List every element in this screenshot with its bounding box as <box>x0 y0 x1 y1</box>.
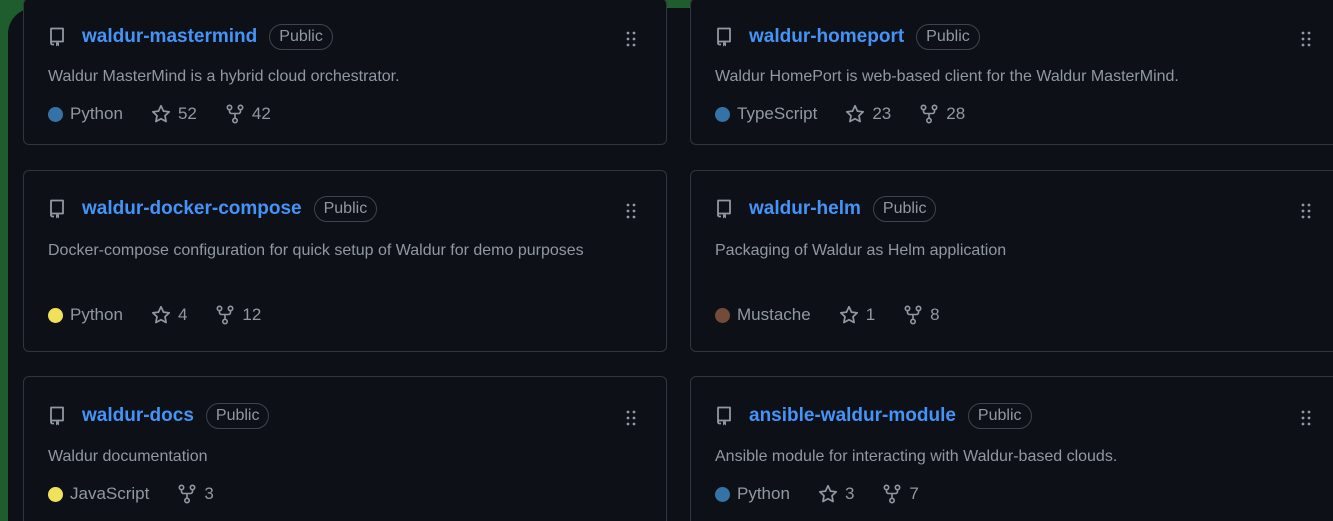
visibility-badge: Public <box>916 24 980 50</box>
fork-icon <box>226 104 244 124</box>
star-icon <box>839 305 858 324</box>
repo-name-link[interactable]: waldur-mastermind <box>82 26 257 48</box>
language-color-dot <box>715 106 730 122</box>
repo-card-header: waldur-mastermind Public <box>48 23 333 51</box>
repo-meta: Python 52 42 <box>48 102 299 126</box>
repo-card-header: waldur-homeport Public <box>715 23 980 51</box>
forks-link[interactable]: 8 <box>903 305 940 325</box>
forks-link[interactable]: 7 <box>882 484 919 504</box>
stars-count: 52 <box>177 104 197 123</box>
forks-count: 7 <box>909 484 919 503</box>
repo-description: Waldur MasterMind is a hybrid cloud orch… <box>48 68 400 85</box>
stars-link[interactable]: 3 <box>818 484 854 504</box>
forks-link[interactable]: 3 <box>177 484 214 504</box>
language-color-dot <box>715 307 730 323</box>
star-icon <box>846 104 865 123</box>
stars-link[interactable]: 23 <box>845 104 891 124</box>
drag-handle-icon[interactable] <box>1301 203 1311 219</box>
forks-link[interactable]: 28 <box>919 104 965 124</box>
repo-card-waldur-docs: waldur-docs Public Waldur documentation … <box>23 376 667 521</box>
repo-card-waldur-helm: waldur-helm Public Packaging of Waldur a… <box>690 170 1333 352</box>
repo-card-waldur-mastermind: waldur-mastermind Public Waldur MasterMi… <box>23 0 667 145</box>
repo-card-header: waldur-docs Public <box>48 402 270 430</box>
fork-icon <box>178 484 196 504</box>
repo-language: Mustache <box>737 305 811 324</box>
drag-handle-icon[interactable] <box>626 203 636 219</box>
forks-count: 8 <box>930 305 940 324</box>
repo-icon <box>48 27 66 47</box>
repo-description: Ansible module for interacting with Wald… <box>715 448 1118 465</box>
language-color-dot <box>48 486 63 502</box>
repo-card-waldur-docker-compose: waldur-docker-compose Public Docker-comp… <box>23 170 667 352</box>
repo-icon <box>48 406 66 426</box>
repo-name-link[interactable]: waldur-homeport <box>749 26 904 48</box>
forks-link[interactable]: 12 <box>215 305 261 325</box>
fork-icon <box>216 305 234 325</box>
drag-handle-icon[interactable] <box>626 31 636 47</box>
repo-name-link[interactable]: waldur-helm <box>749 198 861 220</box>
repo-language: TypeScript <box>737 104 818 123</box>
pinned-repositories-panel: waldur-mastermind Public Waldur MasterMi… <box>8 0 1333 521</box>
star-icon <box>818 484 837 503</box>
forks-count: 12 <box>242 305 262 324</box>
repo-language: Python <box>737 484 790 503</box>
repo-meta: Mustache 1 8 <box>715 303 968 327</box>
repo-language: JavaScript <box>70 484 150 503</box>
language-color-dot <box>48 307 63 323</box>
drag-handle-icon[interactable] <box>1301 31 1311 47</box>
repo-name-link[interactable]: waldur-docker-compose <box>82 198 302 220</box>
repo-icon <box>48 199 66 219</box>
fork-icon <box>920 104 938 124</box>
stars-count: 3 <box>844 484 855 503</box>
fork-icon <box>904 305 922 325</box>
language-color-dot <box>48 106 63 122</box>
forks-count: 28 <box>946 104 966 123</box>
repo-icon <box>715 27 733 47</box>
visibility-badge: Public <box>872 196 937 222</box>
repo-description: Docker-compose configuration for quick s… <box>48 242 584 259</box>
stars-link[interactable]: 1 <box>839 305 875 325</box>
star-icon <box>151 104 170 123</box>
star-icon <box>151 305 170 324</box>
repo-card-header: waldur-docker-compose Public <box>48 195 378 223</box>
repo-meta: JavaScript 3 <box>48 482 242 506</box>
fork-icon <box>883 484 901 504</box>
visibility-badge: Public <box>967 403 1032 429</box>
stars-link[interactable]: 52 <box>151 104 197 124</box>
repo-name-link[interactable]: waldur-docs <box>82 405 194 427</box>
repo-name-link[interactable]: ansible-waldur-module <box>749 405 956 427</box>
repo-card-ansible-waldur-module: ansible-waldur-module Public Ansible mod… <box>690 376 1333 521</box>
repo-language: Python <box>70 305 123 324</box>
repo-description: Waldur documentation <box>48 448 208 465</box>
language-color-dot <box>715 486 730 502</box>
repo-meta: Python 3 7 <box>715 482 947 506</box>
drag-handle-icon[interactable] <box>1301 410 1311 426</box>
visibility-badge: Public <box>313 196 378 222</box>
drag-handle-icon[interactable] <box>626 410 636 426</box>
visibility-badge: Public <box>269 24 333 50</box>
repo-language: Python <box>70 104 123 123</box>
repo-card-header: waldur-helm Public <box>715 195 937 223</box>
stars-count: 4 <box>177 305 188 324</box>
visibility-badge: Public <box>205 403 270 429</box>
stars-link[interactable]: 4 <box>151 305 187 325</box>
repo-card-waldur-homeport: waldur-homeport Public Waldur HomePort i… <box>690 0 1333 145</box>
stars-count: 1 <box>865 305 876 324</box>
repo-icon <box>715 406 733 426</box>
repo-description: Packaging of Waldur as Helm application <box>715 242 1007 259</box>
repo-meta: Python 4 12 <box>48 303 289 327</box>
forks-count: 42 <box>251 104 271 123</box>
stars-count: 23 <box>872 104 892 123</box>
repo-meta: TypeScript 23 28 <box>715 102 993 126</box>
repo-description: Waldur HomePort is web-based client for … <box>715 68 1179 85</box>
forks-count: 3 <box>204 484 214 503</box>
repo-card-header: ansible-waldur-module Public <box>715 402 1032 430</box>
forks-link[interactable]: 42 <box>225 104 271 124</box>
repo-icon <box>715 199 733 219</box>
